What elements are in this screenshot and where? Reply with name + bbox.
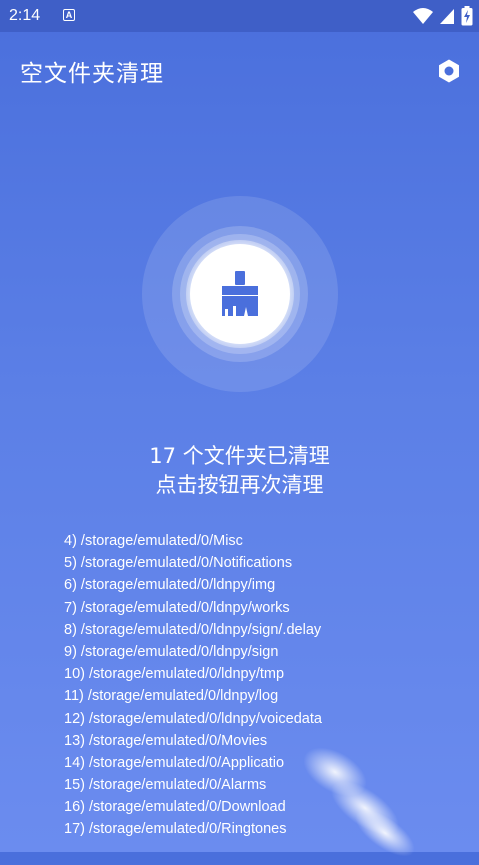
battery-charging-icon <box>461 6 473 26</box>
tap-again-hint: 点击按钮再次清理 <box>155 473 324 497</box>
clean-summary: 17 个文件夹已清理 点击按钮再次清理 <box>0 442 479 500</box>
clean-button-area <box>142 196 338 392</box>
cleaned-count-text: 17 个文件夹已清理 <box>149 444 330 468</box>
list-item: 17) /storage/emulated/0/Ringtones <box>64 821 287 838</box>
list-item: 16) /storage/emulated/0/Download <box>64 799 286 816</box>
list-item: 15) /storage/emulated/0/Alarms <box>64 777 267 794</box>
broom-icon <box>222 271 258 316</box>
wifi-icon <box>413 8 433 24</box>
status-time: 2:14 <box>9 7 41 24</box>
list-item: 4) /storage/emulated/0/Misc <box>64 533 243 549</box>
list-item: 6) /storage/emulated/0/ldnpy/img <box>64 577 276 594</box>
list-item: 8) /storage/emulated/0/ldnpy/sign/.delay <box>64 621 322 638</box>
status-icons <box>413 6 473 26</box>
settings-button[interactable] <box>432 54 466 88</box>
list-item: 7) /storage/emulated/0/ldnpy/works <box>64 599 290 616</box>
cell-signal-icon <box>440 9 454 24</box>
cleaned-folder-list: 4) /storage/emulated/0/Misc 5) /storage/… <box>64 530 424 841</box>
hexagon-settings-icon <box>439 59 459 83</box>
list-item: 5) /storage/emulated/0/Notifications <box>64 555 293 572</box>
page-title: 空文件夹清理 <box>20 61 164 87</box>
list-item: 14) /storage/emulated/0/Applicatio <box>64 754 285 771</box>
list-item: 11) /storage/emulated/0/ldnpy/log <box>64 688 279 705</box>
accessibility-a-icon: A <box>63 9 75 21</box>
list-item: 13) /storage/emulated/0/Movies <box>64 732 268 749</box>
list-item: 12) /storage/emulated/0/ldnpy/voicedata <box>64 710 322 727</box>
app-bar: 空文件夹清理 <box>0 32 479 106</box>
list-item: 9) /storage/emulated/0/ldnpy/sign <box>64 643 279 660</box>
list-item: 10) /storage/emulated/0/ldnpy/tmp <box>64 666 285 683</box>
status-bar: 2:14 A <box>0 0 479 32</box>
clean-button[interactable] <box>190 244 290 344</box>
